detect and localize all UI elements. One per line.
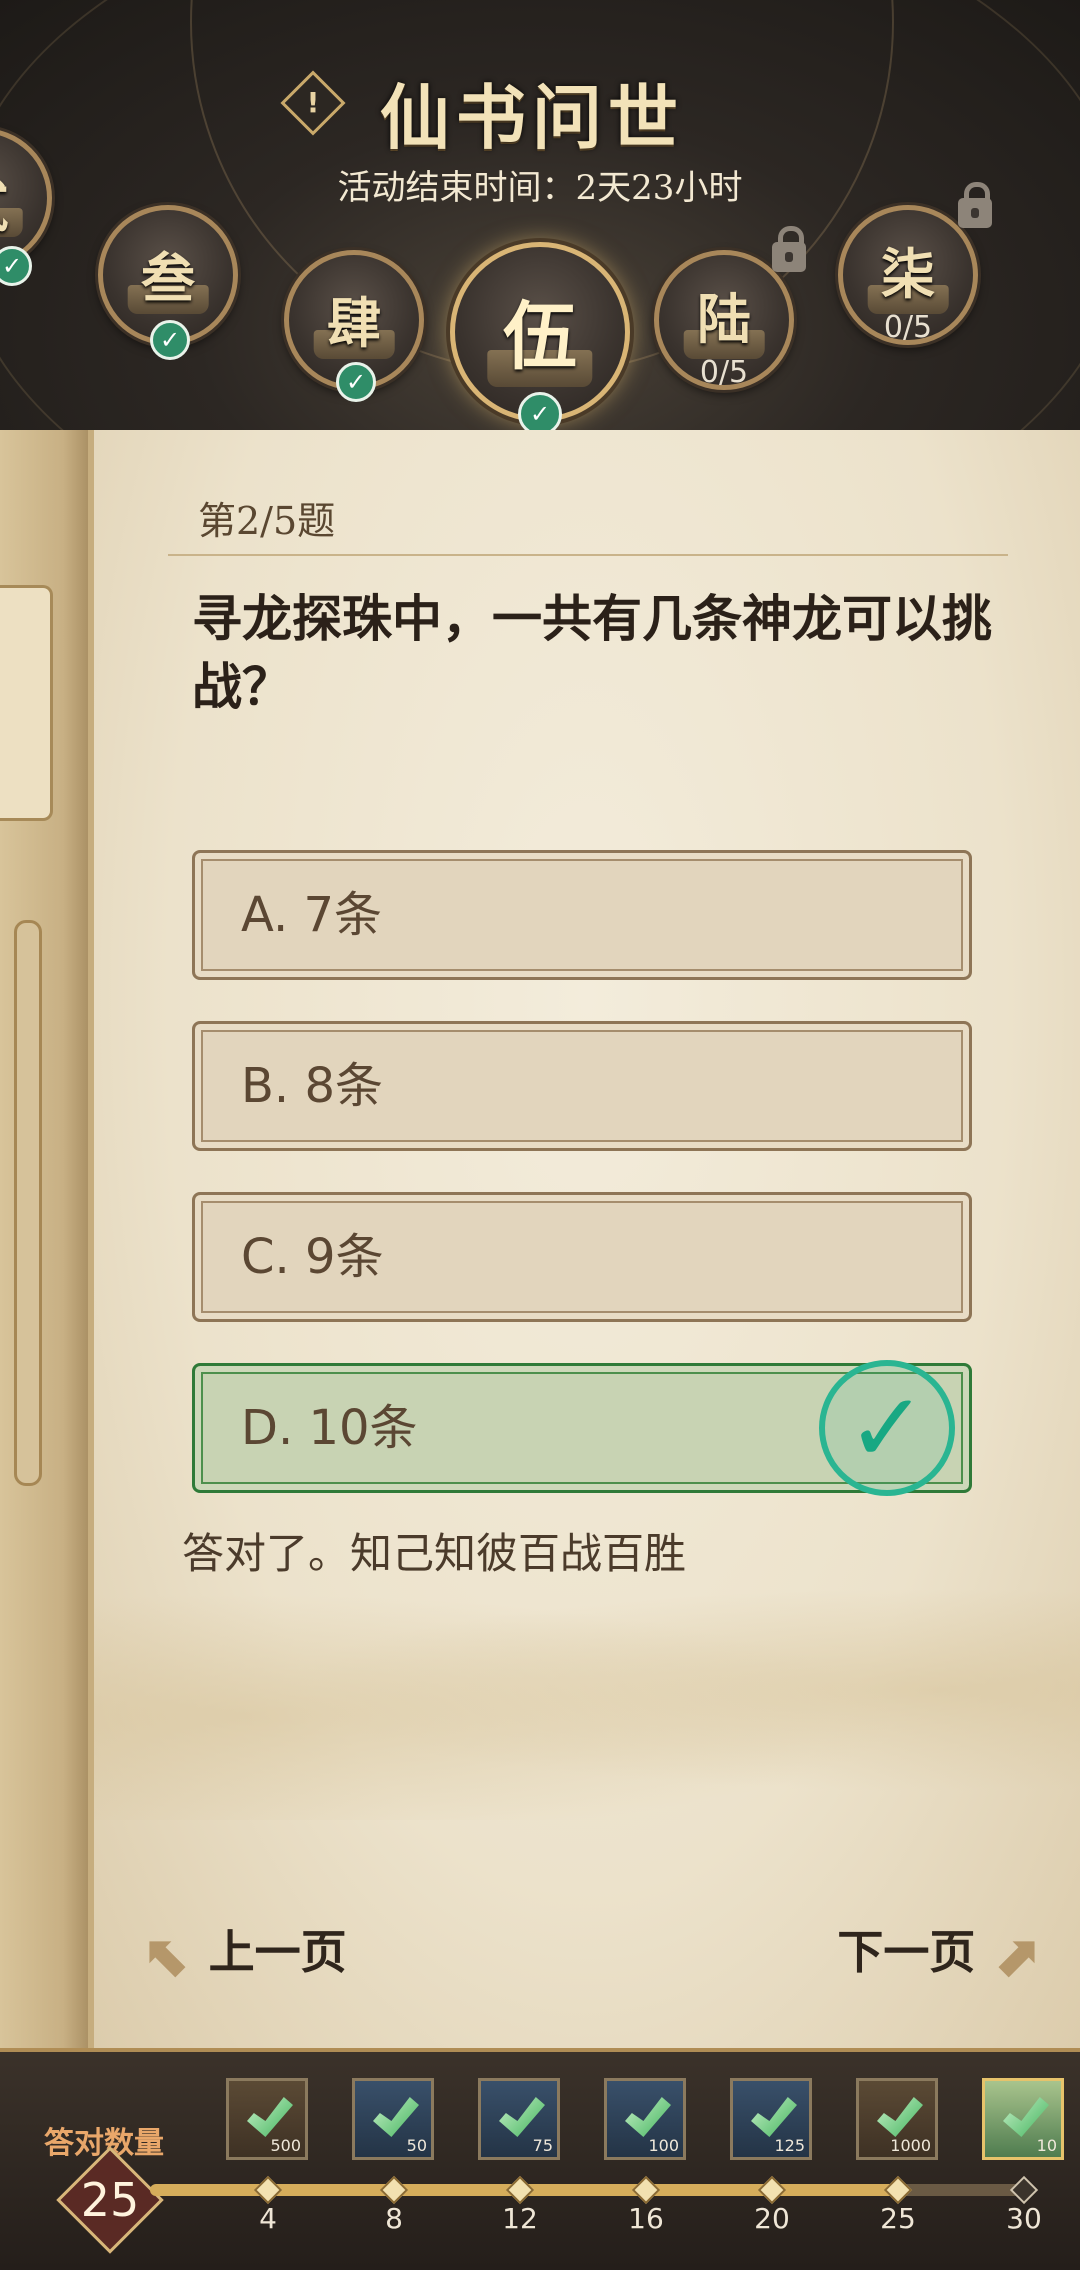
milestone-label: 4 [259,2202,277,2235]
header: ! 仙书问世 活动结束时间：2天23小时 贰 ✓ 叁 ✓ 肆 ✓ 伍 ✓ 陆 0… [0,0,1080,440]
question-text: 寻龙探珠中，一共有几条神龙可以挑战？ [192,589,992,716]
lock-icon [958,182,992,228]
arrow-left-icon: ⬉ [144,1922,193,1990]
correct-count: 25 [80,2173,140,2227]
next-page-button[interactable]: 下一页 ⬈ [837,1916,1040,1990]
lock-icon [772,226,806,272]
milestone-label: 20 [754,2202,790,2235]
reward-chest-8[interactable]: 50 [352,2078,434,2160]
reward-chest-25[interactable]: 1000 [856,2078,938,2160]
side-tab [0,585,53,821]
chapter-tab-7[interactable]: 柒 0/5 [838,205,978,345]
option-a[interactable]: A. 7条 [192,850,972,980]
event-timer: 活动结束时间：2天23小时 [337,168,743,208]
milestone-label: 25 [880,2202,916,2235]
milestone-label: 16 [628,2202,664,2235]
check-icon: ✓ [336,362,376,402]
reward-chest-12[interactable]: 75 [478,2078,560,2160]
milestone-label: 12 [502,2202,538,2235]
arrow-right-icon: ⬈ [991,1922,1040,1990]
prev-page-button[interactable]: ⬉ 上一页 [144,1916,347,1990]
option-label: B. 8条 [241,1058,383,1114]
gem-icon [625,2097,671,2137]
correct-check-icon: ✓ [819,1360,955,1496]
gem-icon [751,2097,797,2137]
option-label: C. 9条 [241,1229,384,1285]
gem-icon [373,2097,419,2137]
option-d[interactable]: D. 10条 ✓ [192,1360,972,1496]
reward-chest-16[interactable]: 100 [604,2078,686,2160]
dragon-orb-icon [1003,2097,1049,2137]
cloud-decoration [94,1560,1080,1820]
option-c[interactable]: C. 9条 [192,1192,972,1322]
gem-icon [499,2097,545,2137]
check-icon: ✓ [150,320,190,360]
option-b[interactable]: B. 8条 [192,1021,972,1151]
option-label: A. 7条 [241,887,383,943]
reward-chest-4[interactable]: 500 [226,2078,308,2160]
scrollbar[interactable] [14,920,42,1486]
answer-feedback: 答对了。知己知彼百战百胜 [182,1529,687,1578]
milestone-label: 30 [1006,2202,1042,2235]
question-number: 第2/5题 [198,499,336,543]
gem-icon [877,2097,923,2137]
reward-chest-20[interactable]: 125 [730,2078,812,2160]
gem-icon [247,2097,293,2137]
reward-chest-30[interactable]: 10 [982,2078,1064,2160]
divider [168,554,1008,556]
quiz-page: 第2/5题 寻龙探珠中，一共有几条神龙可以挑战？ A. 7条 B. 8条 C. … [88,430,1080,2050]
milestone-label: 8 [385,2202,403,2235]
option-label: D. 10条 [241,1400,418,1456]
page-title: 仙书问世 [380,76,684,159]
